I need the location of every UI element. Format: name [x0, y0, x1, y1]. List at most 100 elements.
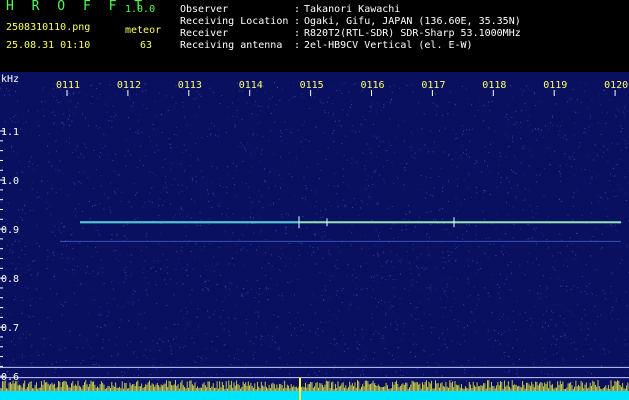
noise-speck	[205, 333, 207, 335]
noise-speck	[165, 191, 167, 193]
noise-speck	[314, 206, 316, 208]
noise-speck	[300, 95, 302, 97]
noise-speck	[85, 272, 87, 274]
noise-speck	[112, 159, 114, 161]
noise-speck	[448, 154, 449, 156]
noise-speck	[463, 334, 465, 336]
noise-speck	[14, 122, 16, 123]
noise-speck	[419, 302, 421, 304]
noise-speck	[252, 134, 254, 136]
noise-speck	[242, 234, 244, 236]
noise-speck	[454, 103, 456, 105]
noise-speck	[254, 297, 256, 298]
noise-speck	[280, 248, 282, 250]
noise-speck	[381, 266, 383, 267]
noise-speck	[37, 110, 39, 112]
noise-speck	[530, 324, 531, 326]
noise-speck	[60, 232, 62, 234]
noise-speck	[170, 168, 172, 170]
noise-speck	[36, 111, 38, 113]
noise-speck	[52, 345, 54, 347]
noise-speck	[118, 173, 120, 175]
noise-speck	[240, 142, 242, 144]
noise-speck	[306, 167, 308, 169]
noise-speck	[220, 323, 222, 325]
noise-speck	[442, 251, 443, 253]
noise-speck	[561, 239, 563, 241]
noise-speck	[387, 260, 389, 262]
noise-speck	[338, 310, 340, 312]
noise-speck	[38, 196, 40, 198]
noise-speck	[580, 323, 582, 325]
noise-speck	[145, 349, 146, 351]
noise-speck	[404, 169, 406, 171]
noise-speck	[37, 272, 39, 274]
noise-speck	[447, 251, 449, 252]
noise-speck	[383, 104, 385, 106]
noise-speck	[578, 147, 579, 149]
noise-speck	[245, 333, 247, 335]
noise-speck	[566, 285, 567, 287]
noise-speck	[569, 310, 571, 312]
noise-speck	[536, 245, 537, 247]
noise-speck	[317, 334, 319, 336]
noise-speck	[36, 197, 38, 199]
noise-speck	[112, 288, 114, 290]
noise-speck	[543, 314, 545, 316]
noise-speck	[180, 206, 182, 208]
noise-speck	[441, 332, 443, 334]
noise-speck	[245, 364, 247, 366]
noise-speck	[113, 298, 115, 300]
noise-speck	[351, 130, 353, 132]
noise-speck	[247, 142, 249, 144]
noise-speck	[114, 192, 116, 193]
noise-speck	[339, 216, 341, 218]
noise-speck	[458, 381, 460, 383]
noise-speck	[371, 296, 373, 298]
noise-speck	[266, 361, 267, 363]
noise-speck	[446, 347, 448, 349]
noise-speck	[291, 176, 293, 178]
noise-speck	[13, 338, 14, 340]
noise-speck	[75, 303, 77, 305]
noise-speck	[265, 286, 267, 288]
noise-speck	[247, 291, 249, 293]
noise-speck	[132, 293, 134, 295]
noise-speck	[165, 187, 167, 189]
noise-speck	[278, 174, 280, 176]
noise-speck	[444, 343, 446, 345]
noise-speck	[270, 277, 272, 279]
noise-speck	[423, 313, 425, 315]
noise-speck	[251, 201, 253, 203]
noise-speck	[24, 286, 26, 288]
noise-speck	[588, 343, 589, 345]
noise-speck	[133, 183, 135, 185]
noise-speck	[20, 189, 22, 190]
noise-speck	[246, 280, 248, 281]
noise-speck	[235, 195, 237, 197]
noise-speck	[13, 299, 15, 300]
noise-speck	[258, 381, 260, 383]
noise-speck	[612, 272, 614, 274]
noise-speck	[292, 96, 294, 98]
noise-speck	[355, 283, 357, 285]
noise-speck	[143, 104, 145, 106]
noise-speck	[504, 233, 506, 235]
noise-speck	[130, 154, 132, 156]
noise-speck	[539, 285, 541, 287]
noise-speck	[76, 347, 78, 349]
noise-speck	[317, 163, 319, 165]
noise-speck	[412, 279, 414, 281]
noise-speck	[487, 329, 489, 331]
noise-speck	[124, 91, 126, 93]
noise-speck	[504, 355, 506, 357]
noise-speck	[264, 239, 266, 241]
noise-speck	[403, 322, 405, 324]
noise-speck	[217, 246, 219, 248]
noise-speck	[260, 109, 262, 111]
noise-speck	[548, 247, 549, 249]
noise-speck	[309, 330, 311, 332]
noise-speck	[260, 153, 262, 155]
noise-speck	[510, 85, 512, 87]
noise-speck	[589, 118, 591, 120]
